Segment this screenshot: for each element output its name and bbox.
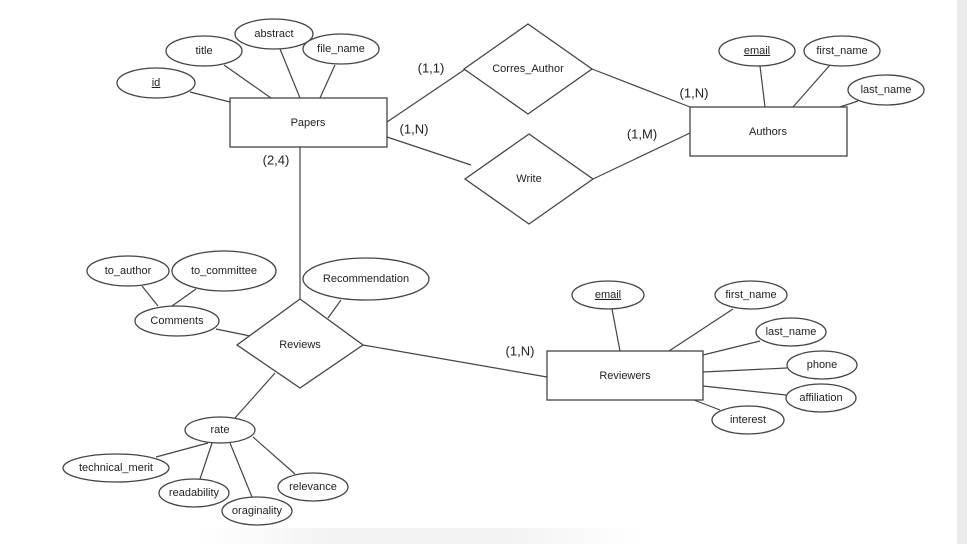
attribute-label: title — [195, 45, 212, 57]
attribute-reviewer-email[interactable]: email — [571, 280, 645, 310]
line-rfirst-reviewers — [668, 308, 734, 352]
relationship-write[interactable]: Write — [463, 133, 595, 225]
relationship-label: Corres_Author — [492, 63, 564, 75]
attribute-label: email — [595, 289, 621, 301]
line-aemail-authors — [759, 65, 766, 108]
attribute-relevance[interactable]: relevance — [277, 472, 349, 502]
attribute-label: readability — [169, 487, 220, 499]
entity-reviewers[interactable]: Reviewers — [546, 350, 704, 401]
line-readability-rate — [199, 442, 213, 480]
cardinality-authors-write: (1,M) — [627, 126, 657, 141]
attribute-author-email[interactable]: email — [718, 35, 796, 67]
attribute-label: to_committee — [191, 265, 257, 277]
attribute-to-committee[interactable]: to_committee — [171, 250, 277, 292]
entity-label: Authors — [749, 126, 787, 138]
attribute-label: oraginality — [232, 505, 283, 517]
cardinality-reviewers-reviews: (1,N) — [506, 343, 535, 358]
attribute-label: first_name — [816, 45, 867, 57]
line-rlast-reviewers — [702, 340, 761, 356]
entity-label: Reviewers — [599, 370, 651, 382]
cardinality-authors-corres: (1,N) — [680, 85, 709, 100]
attribute-label: affiliation — [799, 392, 842, 404]
cardinality-papers-reviews: (2,4) — [263, 152, 290, 167]
attribute-reviewer-first-name[interactable]: first_name — [714, 280, 788, 310]
line-alast-authors — [839, 100, 859, 108]
relationship-label: Write — [516, 173, 541, 185]
line-affiliation-reviewers — [702, 385, 787, 396]
attribute-label: last_name — [766, 326, 817, 338]
attribute-oraginality[interactable]: oraginality — [221, 496, 293, 526]
line-remail-reviewers — [611, 308, 621, 352]
attribute-phone[interactable]: phone — [786, 350, 858, 380]
entity-papers[interactable]: Papers — [229, 97, 388, 148]
line-tocommittee-comments — [171, 288, 197, 307]
line-comments-reviews — [215, 328, 251, 337]
attribute-readability[interactable]: readability — [158, 478, 230, 508]
attribute-reviewer-last-name[interactable]: last_name — [755, 317, 827, 347]
cardinality-papers-corres: (1,1) — [418, 60, 445, 75]
attribute-label: technical_merit — [79, 462, 153, 474]
attribute-label: interest — [730, 414, 766, 426]
relationship-reviews[interactable]: Reviews — [235, 298, 365, 389]
attribute-abstract[interactable]: abstract — [234, 18, 314, 50]
attribute-label: phone — [807, 359, 838, 371]
attribute-technical-merit[interactable]: technical_merit — [62, 453, 170, 483]
line-techmerit-rate — [155, 442, 209, 458]
attribute-label: first_name — [725, 289, 776, 301]
line-filename-papers — [319, 64, 336, 99]
line-relevance-rate — [252, 436, 296, 475]
attribute-label: abstract — [254, 28, 293, 40]
attribute-author-last-name[interactable]: last_name — [847, 74, 925, 106]
line-id-papers — [189, 91, 231, 103]
attribute-label: to_author — [105, 265, 152, 277]
attribute-to-author[interactable]: to_author — [86, 255, 170, 287]
attribute-label: last_name — [861, 84, 912, 96]
attribute-label: rate — [211, 424, 230, 436]
line-papers-corres — [386, 67, 468, 123]
attribute-label: relevance — [289, 481, 337, 493]
line-afirst-authors — [792, 64, 831, 108]
cardinality-papers-write: (1,N) — [400, 121, 429, 136]
attribute-rate[interactable]: rate — [184, 416, 256, 444]
attribute-author-first-name[interactable]: first_name — [803, 35, 881, 67]
attribute-comments[interactable]: Comments — [134, 305, 220, 337]
attribute-interest[interactable]: interest — [711, 405, 785, 435]
line-phone-reviewers — [702, 367, 788, 373]
line-recommendation-reviews — [327, 299, 342, 319]
attribute-affiliation[interactable]: affiliation — [785, 383, 857, 413]
attribute-recommendation[interactable]: Recommendation — [302, 257, 430, 301]
line-rate-reviews — [234, 372, 276, 419]
attribute-label: id — [152, 77, 161, 89]
line-toauthor-comments — [141, 285, 159, 307]
relationship-label: Reviews — [279, 339, 321, 351]
attribute-label: Comments — [150, 315, 204, 327]
line-interest-reviewers — [693, 399, 721, 411]
entity-authors[interactable]: Authors — [689, 106, 848, 157]
er-diagram: Papers id title abstract file_name Corre… — [62, 18, 925, 526]
attribute-title[interactable]: title — [165, 35, 243, 67]
attribute-label: Recommendation — [323, 273, 409, 285]
line-abstract-papers — [279, 48, 301, 99]
attribute-label: email — [744, 45, 770, 57]
attribute-file-name[interactable]: file_name — [302, 33, 380, 65]
line-title-papers — [223, 64, 272, 99]
line-papers-write — [386, 136, 472, 166]
line-oraginality-rate — [229, 442, 253, 498]
attribute-label: file_name — [317, 43, 365, 55]
scrollbar-track[interactable] — [957, 0, 967, 544]
attribute-id[interactable]: id — [116, 67, 196, 99]
line-corres-authors — [591, 68, 691, 108]
bottom-shadow — [200, 528, 640, 544]
entity-label: Papers — [291, 117, 326, 129]
relationship-corres-author[interactable]: Corres_Author — [462, 23, 594, 115]
